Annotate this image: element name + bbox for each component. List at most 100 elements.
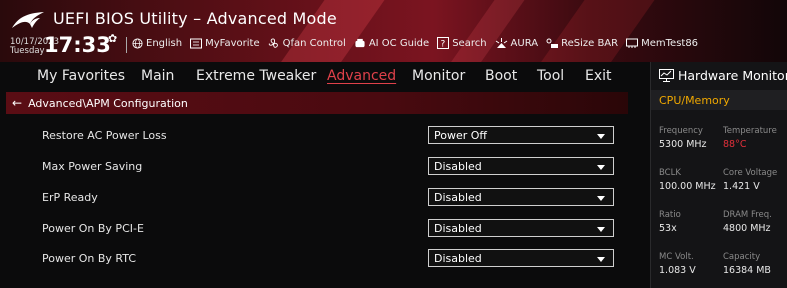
hw-label: Ratio: [659, 210, 681, 220]
toolbar: English MyFavorite Qfan Control AI OC Gu…: [132, 37, 698, 49]
hw-value: 1.421 V: [723, 181, 760, 192]
select-value: Disabled: [434, 222, 482, 235]
toolbar-qfan-label: Qfan Control: [282, 37, 346, 49]
toolbar-memtest-label: MemTest86: [641, 37, 699, 49]
svg-text:?: ?: [441, 40, 446, 50]
main-nav: My Favorites Main Extreme Tweaker Advanc…: [0, 62, 640, 90]
hw-value: 1.083 V: [659, 265, 696, 276]
toolbar-qfan[interactable]: Qfan Control: [268, 37, 346, 49]
hw-value: 100.00 MHz: [659, 181, 716, 192]
hw-value: 16384 MB: [723, 265, 771, 276]
erp-ready-select[interactable]: Disabled: [428, 188, 614, 206]
setting-row: Restore AC Power Loss Power Off: [30, 126, 620, 148]
header-decoration: [438, 0, 532, 62]
setting-row: ErP Ready Disabled: [30, 188, 620, 210]
select-value: Disabled: [434, 160, 482, 173]
memtest-icon: [626, 38, 639, 48]
clock-time: 17:33: [44, 33, 111, 57]
breadcrumb-path: Advanced\APM Configuration: [28, 96, 188, 110]
toolbar-search[interactable]: ? Search: [437, 37, 487, 50]
toolbar-ai-oc-label: AI OC Guide: [368, 37, 430, 49]
dropdown-caret-icon: [597, 165, 605, 170]
toolbar-myfavorite-label: MyFavorite: [205, 37, 260, 49]
hw-value: 4800 MHz: [723, 223, 771, 234]
cpu-memory-section: CPU/Memory: [651, 90, 787, 110]
app-title: UEFI BIOS Utility – Advanced Mode: [53, 9, 337, 28]
header-bar: UEFI BIOS Utility – Advanced Mode 10/17/…: [0, 0, 787, 62]
toolbar-resize-bar[interactable]: ReSize BAR: [546, 37, 618, 49]
toolbar-language-label: English: [146, 37, 183, 49]
resize-bar-icon: [546, 38, 559, 48]
setting-row: Power On By PCI-E Disabled: [30, 219, 620, 241]
setting-row: Max Power Saving Disabled: [30, 157, 620, 179]
hw-label: Capacity: [723, 252, 761, 262]
power-on-by-rtc-select[interactable]: Disabled: [428, 249, 614, 267]
hw-value: 88°C: [723, 139, 747, 150]
hardware-monitor-title-text: Hardware Monitor: [678, 68, 787, 83]
hw-value: 5300 MHz: [659, 139, 707, 150]
hw-label: Frequency: [659, 126, 703, 136]
tab-tool[interactable]: Tool: [537, 68, 564, 84]
hw-capacity: Capacity 16384 MB: [723, 252, 771, 276]
setting-label: Power On By RTC: [42, 252, 137, 265]
hw-label: BCLK: [659, 168, 681, 178]
toolbar-ai-oc[interactable]: AI OC Guide: [354, 37, 429, 49]
globe-icon: [132, 37, 143, 49]
tab-boot[interactable]: Boot: [485, 68, 517, 84]
setting-label: ErP Ready: [42, 191, 98, 204]
hw-dram-freq: DRAM Freq. 4800 MHz: [723, 210, 772, 234]
aura-icon: [495, 37, 507, 48]
tab-monitor[interactable]: Monitor: [412, 68, 465, 84]
rog-logo-icon: [12, 12, 44, 28]
dropdown-caret-icon: [597, 134, 605, 139]
hw-frequency: Frequency 5300 MHz: [659, 126, 707, 150]
divider: [126, 37, 127, 53]
tab-extreme-tweaker[interactable]: Extreme Tweaker: [196, 68, 316, 84]
toolbar-memtest[interactable]: MemTest86: [626, 37, 698, 49]
hardware-monitor-title: Hardware Monitor: [659, 68, 787, 83]
max-power-saving-select[interactable]: Disabled: [428, 157, 614, 175]
hardware-monitor-panel: Hardware Monitor CPU/Memory Frequency 53…: [650, 62, 787, 288]
toolbar-aura-label: AURA: [510, 37, 539, 49]
setting-label: Restore AC Power Loss: [42, 129, 167, 142]
dropdown-caret-icon: [597, 196, 605, 201]
select-value: Power Off: [434, 129, 487, 142]
select-value: Disabled: [434, 191, 482, 204]
tab-exit[interactable]: Exit: [585, 68, 612, 84]
setting-row: Power On By RTC Disabled: [30, 249, 620, 271]
tab-main[interactable]: Main: [141, 68, 174, 84]
hw-value: 53x: [659, 223, 677, 234]
dropdown-caret-icon: [597, 257, 605, 262]
toolbar-myfavorite[interactable]: MyFavorite: [190, 37, 260, 49]
toolbar-aura[interactable]: AURA: [495, 37, 539, 49]
ai-oc-icon: [355, 38, 365, 47]
fan-icon: [268, 37, 278, 48]
search-icon: ?: [437, 37, 450, 50]
hw-temperature: Temperature 88°C: [723, 126, 777, 150]
setting-label: Max Power Saving: [42, 160, 143, 173]
restore-ac-power-loss-select[interactable]: Power Off: [428, 126, 614, 144]
monitor-icon: [659, 69, 674, 82]
toolbar-resize-bar-label: ReSize BAR: [561, 37, 619, 49]
header-decoration: [528, 0, 662, 62]
hw-bclk: BCLK 100.00 MHz: [659, 168, 716, 192]
hw-mc-volt: MC Volt. 1.083 V: [659, 252, 696, 276]
hw-label: Temperature: [723, 126, 777, 136]
gear-icon[interactable]: ✿: [108, 32, 117, 45]
favorite-icon: [190, 38, 203, 48]
dropdown-caret-icon: [597, 227, 605, 232]
back-arrow-icon[interactable]: ←: [12, 96, 22, 110]
hw-label: MC Volt.: [659, 252, 694, 262]
hw-label: Core Voltage: [723, 168, 778, 178]
hw-core-voltage: Core Voltage 1.421 V: [723, 168, 777, 192]
select-value: Disabled: [434, 252, 482, 265]
toolbar-language[interactable]: English: [132, 37, 182, 49]
power-on-by-pcie-select[interactable]: Disabled: [428, 219, 614, 237]
tab-advanced[interactable]: Advanced: [327, 68, 396, 84]
breadcrumb: ← Advanced\APM Configuration: [6, 92, 628, 114]
toolbar-search-label: Search: [452, 37, 487, 49]
setting-label: Power On By PCI-E: [42, 222, 144, 235]
hw-ratio: Ratio 53x: [659, 210, 681, 234]
tab-my-favorites[interactable]: My Favorites: [37, 68, 125, 84]
hw-label: DRAM Freq.: [723, 210, 772, 220]
